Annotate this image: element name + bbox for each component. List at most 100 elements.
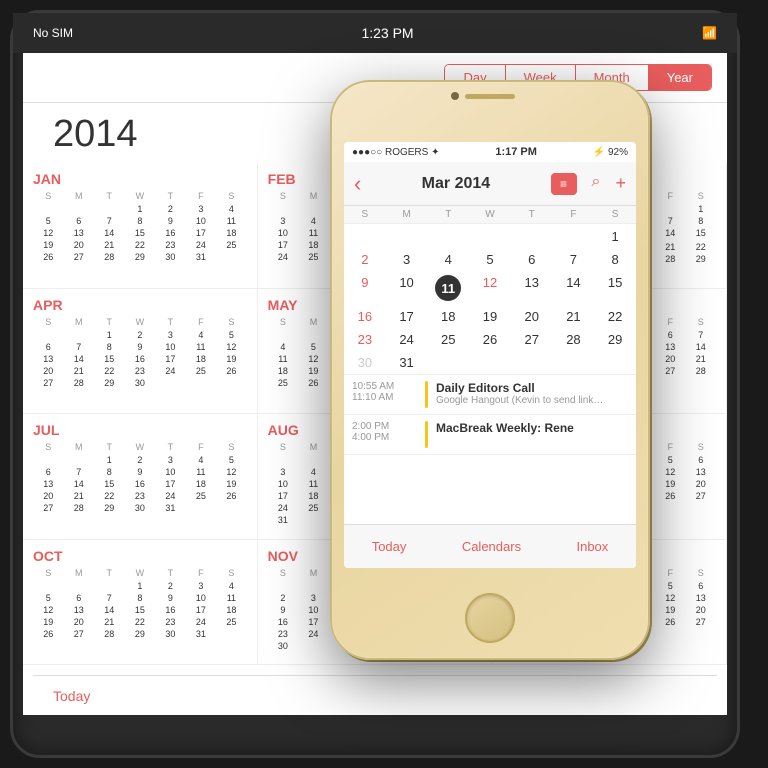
event-start-time: 10:55 AM xyxy=(352,381,417,392)
cal-day-empty: - xyxy=(511,224,553,248)
weekday-tue: T xyxy=(427,206,469,223)
cal-day-16[interactable]: 16 xyxy=(344,305,386,328)
cal-day-empty: - xyxy=(553,351,595,374)
cal-day-13[interactable]: 13 xyxy=(511,271,553,305)
iphone-search-icon[interactable]: ⌕ xyxy=(592,173,601,195)
tab-inbox[interactable]: Inbox xyxy=(576,539,608,554)
cal-day-empty: - xyxy=(427,224,469,248)
iphone-list-icon[interactable]: ≡ xyxy=(551,173,577,195)
event-end-time: 11:10 AM xyxy=(352,392,417,403)
jan-headers: SMTWTFS xyxy=(33,191,247,201)
apr-headers: SMTWTFS xyxy=(33,317,247,327)
cal-day-17[interactable]: 17 xyxy=(386,305,428,328)
iphone-screen: ●●●○○ ROGERS ✦ 1:17 PM ⚡ 92% ‹ Mar 2014 … xyxy=(344,142,636,568)
event-title: Daily Editors Call xyxy=(436,381,628,395)
cal-day-empty: - xyxy=(344,224,386,248)
cal-day-21[interactable]: 21 xyxy=(553,305,595,328)
cal-day-empty: - xyxy=(427,351,469,374)
weekday-sat: S xyxy=(594,206,636,223)
cal-day-7[interactable]: 7 xyxy=(553,248,595,271)
cal-day-26[interactable]: 26 xyxy=(469,328,511,351)
oct-title: OCT xyxy=(33,548,247,564)
weekday-thu: T xyxy=(511,206,553,223)
cal-day-8[interactable]: 8 xyxy=(594,248,636,271)
iphone-tab-bar: Today Calendars Inbox xyxy=(344,524,636,568)
cal-day-5[interactable]: 5 xyxy=(469,248,511,271)
cal-day-12[interactable]: 12 xyxy=(469,271,511,305)
weekday-sun: S xyxy=(344,206,386,223)
cal-day-27[interactable]: 27 xyxy=(511,328,553,351)
iphone-time: 1:17 PM xyxy=(495,146,537,158)
mini-month-oct: OCT SMTWTFS ---1234 567891011 1213141516… xyxy=(23,540,258,666)
weekday-wed: W xyxy=(469,206,511,223)
event-color-bar xyxy=(425,381,428,408)
weekday-fri: F xyxy=(553,206,595,223)
ipad-time: 1:23 PM xyxy=(361,25,413,41)
cal-day-empty: - xyxy=(386,224,428,248)
event-row-2[interactable]: 2:00 PM 4:00 PM MacBreak Weekly: Rene xyxy=(344,415,636,455)
ipad-bottom-bar: Today xyxy=(33,675,717,715)
ipad-wifi-icon: 📶 xyxy=(702,26,717,40)
jul-days: --12345 6789101112 13141516171819 202122… xyxy=(33,454,247,514)
event-end-time: 4:00 PM xyxy=(352,432,417,443)
jul-headers: SMTWTFS xyxy=(33,442,247,452)
event-subtitle: Google Hangout (Kevin to send link… xyxy=(436,395,628,406)
event-time-col: 10:55 AM 11:10 AM xyxy=(352,381,417,408)
iphone-battery: ⚡ 92% xyxy=(593,147,628,158)
cal-day-30[interactable]: 30 xyxy=(344,351,386,374)
cal-day-20[interactable]: 20 xyxy=(511,305,553,328)
cal-day-14[interactable]: 14 xyxy=(553,271,595,305)
cal-day-28[interactable]: 28 xyxy=(553,328,595,351)
event-content: Daily Editors Call Google Hangout (Kevin… xyxy=(436,381,628,408)
iphone-events-list: 10:55 AM 11:10 AM Daily Editors Call Goo… xyxy=(344,375,636,455)
mini-month-jul: JUL SMTWTFS --12345 6789101112 131415161… xyxy=(23,414,258,540)
event-start-time: 2:00 PM xyxy=(352,421,417,432)
tab-year[interactable]: Year xyxy=(649,65,711,90)
cal-day-empty: - xyxy=(469,224,511,248)
cal-day-empty: - xyxy=(594,351,636,374)
cal-day-23[interactable]: 23 xyxy=(344,328,386,351)
tab-today[interactable]: Today xyxy=(372,539,407,554)
cal-day-22[interactable]: 22 xyxy=(594,305,636,328)
cal-day-3[interactable]: 3 xyxy=(386,248,428,271)
cal-day-15[interactable]: 15 xyxy=(594,271,636,305)
cal-day-2[interactable]: 2 xyxy=(344,248,386,271)
iphone-speaker xyxy=(465,94,515,99)
event-content: MacBreak Weekly: Rene xyxy=(436,421,628,448)
tab-calendars[interactable]: Calendars xyxy=(462,539,521,554)
ipad-status-bar: No SIM 1:23 PM 📶 xyxy=(13,13,737,53)
ipad-year-label: 2014 xyxy=(53,113,138,156)
cal-day-29[interactable]: 29 xyxy=(594,328,636,351)
iphone-status-bar: ●●●○○ ROGERS ✦ 1:17 PM ⚡ 92% xyxy=(344,142,636,162)
cal-day-empty: - xyxy=(469,351,511,374)
oct-days: ---1234 567891011 12131415161718 1920212… xyxy=(33,580,247,640)
cal-day-25[interactable]: 25 xyxy=(427,328,469,351)
cal-day-1[interactable]: 1 xyxy=(594,224,636,248)
jul-title: JUL xyxy=(33,422,247,438)
cal-day-10[interactable]: 10 xyxy=(386,271,428,305)
iphone-month-title: Mar 2014 xyxy=(422,175,491,193)
iphone-back-button[interactable]: ‹ xyxy=(354,171,361,197)
cal-day-6[interactable]: 6 xyxy=(511,248,553,271)
iphone-add-icon[interactable]: + xyxy=(615,173,626,195)
cal-day-19[interactable]: 19 xyxy=(469,305,511,328)
oct-headers: SMTWTFS xyxy=(33,568,247,578)
apr-title: APR xyxy=(33,297,247,313)
cal-day-empty: - xyxy=(511,351,553,374)
cal-day-4[interactable]: 4 xyxy=(427,248,469,271)
apr-days: --12345 6789101112 13141516171819 202122… xyxy=(33,329,247,389)
cal-day-9[interactable]: 9 xyxy=(344,271,386,305)
cal-day-31[interactable]: 31 xyxy=(386,351,428,374)
iphone-calendar-days: - - - - - - 1 2 3 4 5 6 7 8 9 10 11 12 1… xyxy=(344,224,636,375)
ipad-today-button[interactable]: Today xyxy=(53,688,90,704)
cal-day-empty: - xyxy=(553,224,595,248)
event-row-1[interactable]: 10:55 AM 11:10 AM Daily Editors Call Goo… xyxy=(344,375,636,415)
cal-day-24[interactable]: 24 xyxy=(386,328,428,351)
event-title: MacBreak Weekly: Rene xyxy=(436,421,628,435)
ipad-carrier: No SIM xyxy=(33,26,73,40)
mini-month-jan: JAN SMTWTFS --- 1234 567891011 121314151… xyxy=(23,163,258,289)
cal-day-18[interactable]: 18 xyxy=(427,305,469,328)
cal-day-11[interactable]: 11 xyxy=(427,271,469,305)
iphone-home-button[interactable] xyxy=(465,593,515,643)
iphone-header-icons: ≡ ⌕ + xyxy=(551,173,626,195)
